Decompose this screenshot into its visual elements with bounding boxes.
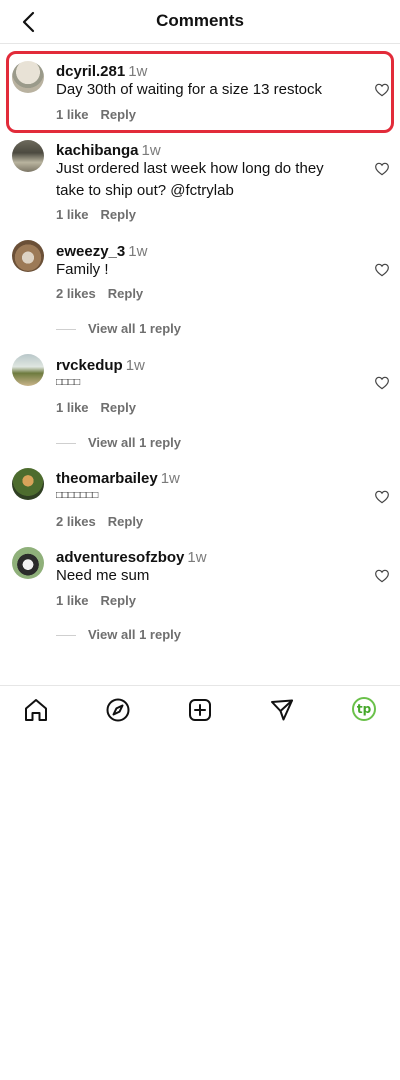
divider xyxy=(56,443,76,445)
view-replies-button[interactable]: View all 1 reply xyxy=(56,435,181,451)
comment-likes[interactable]: 1 like xyxy=(56,593,89,608)
comment-text: Need me sum xyxy=(56,567,150,584)
explore-compass-icon[interactable] xyxy=(104,696,132,724)
avatar[interactable] xyxy=(12,140,44,172)
heart-icon[interactable] xyxy=(374,568,390,584)
comment-username[interactable]: kachibanga xyxy=(56,142,139,159)
comment-text: Family ! xyxy=(56,261,109,278)
profile-avatar[interactable]: tp xyxy=(352,697,376,721)
page-title: Comments xyxy=(156,11,244,30)
header: Comments xyxy=(0,0,400,44)
comment-time: 1w xyxy=(128,243,148,260)
comment-text: □□□□□□□ xyxy=(56,490,99,501)
bottom-nav: tp xyxy=(0,685,400,731)
heart-icon[interactable] xyxy=(374,161,390,177)
comment-text: □□□□ xyxy=(56,377,81,388)
avatar[interactable] xyxy=(12,468,44,500)
heart-icon[interactable] xyxy=(374,262,390,278)
view-replies-label: View all 1 reply xyxy=(88,435,181,450)
direct-send-icon[interactable] xyxy=(268,696,296,724)
avatar[interactable] xyxy=(12,240,44,272)
reply-button[interactable]: Reply xyxy=(101,593,136,608)
avatar[interactable] xyxy=(12,354,44,386)
comment-text: Just ordered last week how long do they … xyxy=(56,160,324,199)
comment-time: 1w xyxy=(128,63,148,80)
comment-likes[interactable]: 2 likes xyxy=(56,514,96,529)
comment-likes[interactable]: 2 likes xyxy=(56,286,96,301)
comment-likes[interactable]: 1 like xyxy=(56,207,89,222)
heart-icon[interactable] xyxy=(374,375,390,391)
avatar[interactable] xyxy=(12,61,44,93)
reply-button[interactable]: Reply xyxy=(101,207,136,222)
home-icon[interactable] xyxy=(22,696,50,724)
comment-likes[interactable]: 1 like xyxy=(56,400,89,415)
comment-likes[interactable]: 1 like xyxy=(56,107,89,122)
comment-username[interactable]: eweezy_3 xyxy=(56,243,125,260)
view-replies-button[interactable]: View all 1 reply xyxy=(56,627,181,643)
reply-button[interactable]: Reply xyxy=(108,286,143,301)
heart-icon[interactable] xyxy=(374,82,390,98)
reply-button[interactable]: Reply xyxy=(108,514,143,529)
comment-time: 1w xyxy=(187,549,207,566)
comment-username[interactable]: dcyril.281 xyxy=(56,63,125,80)
view-replies-label: View all 1 reply xyxy=(88,627,181,642)
comment-username[interactable]: adventuresofzboy xyxy=(56,549,184,566)
avatar[interactable] xyxy=(12,547,44,579)
heart-icon[interactable] xyxy=(374,489,390,505)
divider xyxy=(56,635,76,637)
divider xyxy=(56,329,76,331)
view-replies-button[interactable]: View all 1 reply xyxy=(56,321,181,337)
reply-button[interactable]: Reply xyxy=(101,107,136,122)
reply-button[interactable]: Reply xyxy=(101,400,136,415)
comment-text: Day 30th of waiting for a size 13 restoc… xyxy=(56,81,322,98)
create-plus-icon[interactable] xyxy=(186,696,214,724)
comment-time: 1w xyxy=(141,142,161,159)
view-replies-label: View all 1 reply xyxy=(88,321,181,336)
